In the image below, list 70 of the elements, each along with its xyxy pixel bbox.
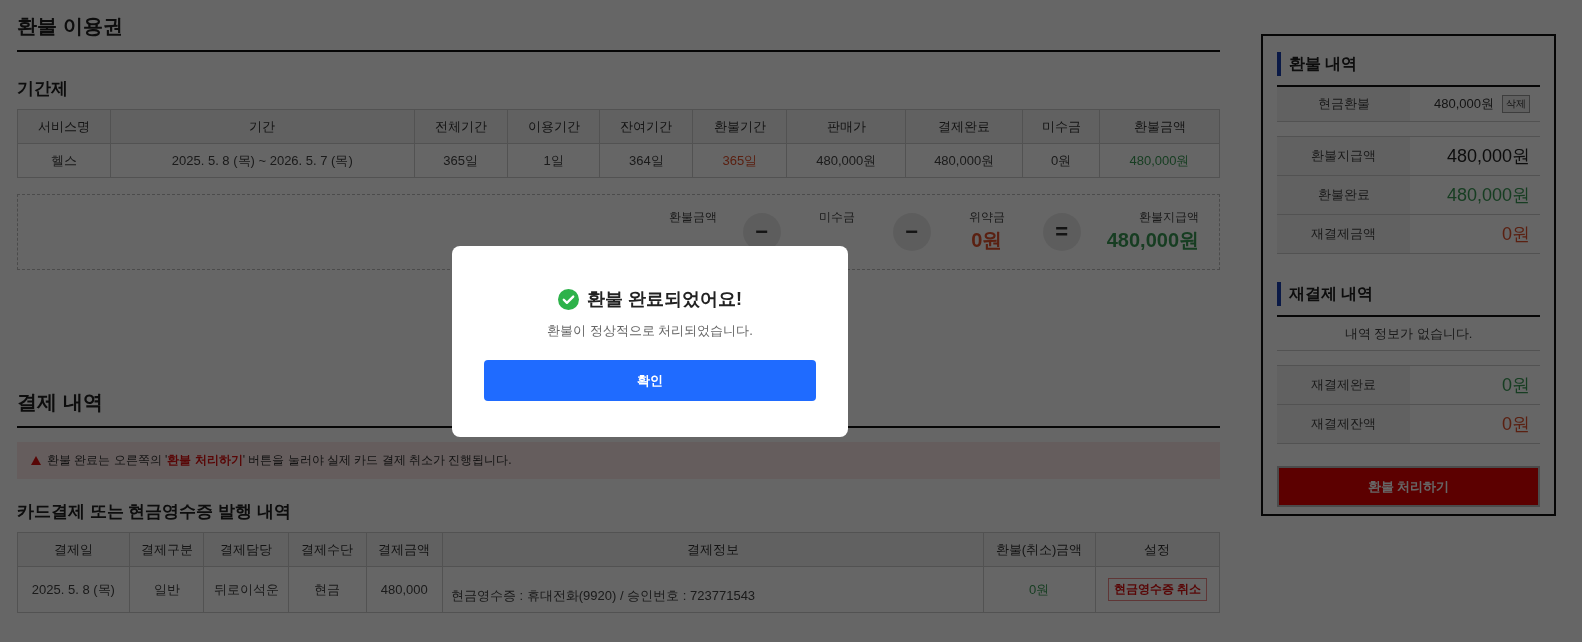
confirm-button[interactable]: 확인 <box>484 360 816 401</box>
column-header: 설정 <box>1095 532 1220 567</box>
row-label: 현금환불 <box>1277 87 1410 121</box>
panel-title: 재결제 내역 <box>1277 282 1540 306</box>
amount-label: 미수금 <box>818 209 855 225</box>
table-cell: 2025. 5. 8 (목) ~ 2026. 5. 7 (목) <box>110 143 415 178</box>
column-header: 이용기간 <box>507 109 600 144</box>
table-cell: 일반 <box>129 566 204 613</box>
table-cell: 480,000 <box>366 566 443 613</box>
amount-label: 위약금 <box>968 209 1005 225</box>
table-cell: 1일 <box>507 143 600 178</box>
section-title: 카드결제 또는 현금영수증 발행 내역 <box>17 501 291 523</box>
row-label: 환불완료 <box>1277 176 1410 214</box>
column-header: 서비스명 <box>17 109 111 144</box>
column-header: 판매가 <box>786 109 906 144</box>
amount-value: 0원 <box>1502 413 1530 436</box>
empty-message: 내역 정보가 없습니다. <box>1277 317 1540 351</box>
table-cell: 365일 <box>414 143 508 178</box>
column-header: 결제일 <box>17 532 130 567</box>
operator-badge: = <box>1042 213 1081 251</box>
column-header: 미수금 <box>1022 109 1100 144</box>
column-header: 잔여기간 <box>599 109 693 144</box>
table-cell: 뒤로이석운 <box>203 566 289 613</box>
amount-value: 480,000원 <box>1434 95 1494 113</box>
amount-value: 0원 <box>1502 223 1530 246</box>
table-cell: 2025. 5. 8 (목) <box>17 566 130 613</box>
column-header: 환불(취소)금액 <box>983 532 1096 567</box>
column-header: 결제정보 <box>442 532 984 567</box>
warning-icon <box>31 456 41 465</box>
process-refund-button[interactable]: 환불 처리하기 <box>1279 468 1538 505</box>
column-header: 결제완료 <box>905 109 1023 144</box>
table-cell: 480,000원 <box>905 143 1023 178</box>
column-header: 환불기간 <box>692 109 787 144</box>
panel-title: 환불 내역 <box>1277 52 1540 76</box>
amount-label: 환불금액 <box>668 209 717 225</box>
amount-value: 0원 <box>971 228 1003 253</box>
table-cell: 480,000원 <box>1099 143 1220 178</box>
table-cell: 365일 <box>692 143 787 178</box>
amount-value: 0원 <box>1502 374 1530 397</box>
table-cell: 0원 <box>1022 143 1100 178</box>
column-header: 결제금액 <box>366 532 443 567</box>
amount-value: 480,000원 <box>1446 184 1530 207</box>
row-label: 환불지급액 <box>1277 137 1410 175</box>
section-title: 기간제 <box>17 78 68 100</box>
column-header: 환불금액 <box>1099 109 1220 144</box>
table-cell: 0원 <box>983 566 1096 613</box>
column-header: 결제수단 <box>288 532 367 567</box>
amount-value: 480,000원 <box>1446 145 1530 168</box>
table-cell: 현금영수증 : 휴대전화(9920) / 승인번호 : 723771543 <box>442 566 984 613</box>
table-cell: 364일 <box>599 143 693 178</box>
delete-button[interactable]: 삭제 <box>1502 95 1530 113</box>
cancel-receipt-button[interactable]: 현금영수증 취소 <box>1107 578 1207 601</box>
amount-label: 환불지급액 <box>1139 209 1199 225</box>
table-cell: 현금 <box>288 566 367 613</box>
notice-text: 환불 완료는 오른쪽의 '환불 처리하기' 버튼을 눌러야 실제 카드 결제 취소가 진행됩니다. <box>47 452 512 469</box>
operator-badge: − <box>892 213 931 251</box>
page-title: 환불 이용권 <box>17 12 1220 52</box>
row-label: 재결제완료 <box>1277 366 1410 404</box>
column-header: 기간 <box>110 109 415 144</box>
table-cell: 480,000원 <box>786 143 906 178</box>
table-cell: 헬스 <box>17 143 111 178</box>
column-header: 결제구분 <box>129 532 204 567</box>
row-label: 재결제잔액 <box>1277 405 1410 443</box>
amount-value: 480,000원 <box>1106 228 1199 253</box>
check-icon <box>558 288 579 310</box>
column-header: 전체기간 <box>414 109 508 144</box>
dialog-title: 환불 완료되었어요! <box>587 288 742 311</box>
dialog-message: 환불이 정상적으로 처리되었습니다. <box>547 322 753 340</box>
column-header: 결제담당 <box>203 532 289 567</box>
row-label: 재결제금액 <box>1277 215 1410 253</box>
